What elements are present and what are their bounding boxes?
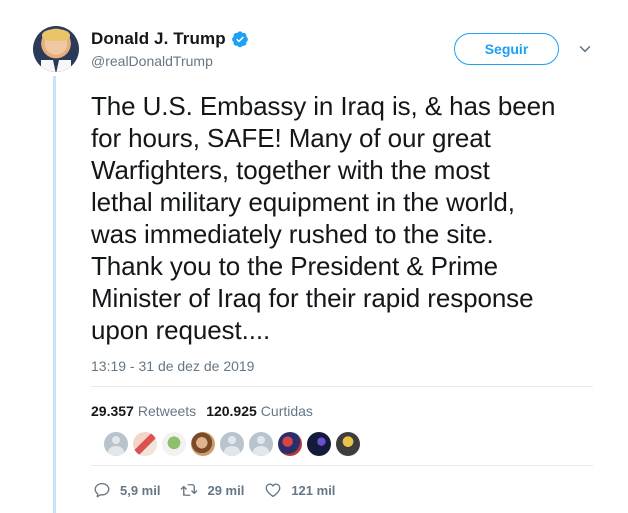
tweet-text-line: for hours, SAFE! Many of our great [91,123,491,153]
follow-button[interactable]: Seguir [454,33,559,65]
retweet-button[interactable]: 29 mil [180,481,244,499]
liker-avatars [104,432,365,456]
tweet-text-line: Thank you to the President & Prime [91,251,499,281]
like-count: 121 mil [291,482,336,498]
liker-avatar[interactable] [162,432,186,456]
retweets-label: Retweets [137,403,197,419]
divider [91,465,593,466]
tweet-text-line: lethal military equipment in the world, [91,187,515,217]
user-handle[interactable]: @realDonaldTrump [91,53,213,69]
thread-connector-line [53,76,56,513]
like-button[interactable]: 121 mil [264,481,335,499]
liker-avatar[interactable] [336,432,360,456]
tweet-text-line: Minister of Iraq for their rapid respons… [91,283,534,313]
liker-avatar[interactable] [278,432,302,456]
avatar[interactable] [33,26,79,72]
likes-label: Curtidas [260,403,313,419]
author-name-row[interactable]: Donald J. Trump [91,29,249,49]
likes-stat[interactable]: 120.925 Curtidas [206,403,313,419]
retweet-count: 29 mil [207,482,245,498]
liker-avatar[interactable] [220,432,244,456]
reply-icon [94,482,110,498]
retweets-stat[interactable]: 29.357 Retweets [91,403,196,419]
liker-avatar[interactable] [307,432,331,456]
tweet-text-line: was immediately rushed to the site. [91,219,494,249]
chevron-down-icon[interactable] [578,42,592,56]
liker-avatar[interactable] [104,432,128,456]
tweet-timestamp[interactable]: 13:19 - 31 de dez de 2019 [91,358,254,374]
liker-avatar[interactable] [133,432,157,456]
divider [91,386,593,387]
retweet-icon [181,484,198,496]
liker-avatar[interactable] [191,432,215,456]
tweet-stats: 29.357 Retweets 120.925 Curtidas [91,403,313,419]
heart-icon [265,483,281,498]
retweets-count: 29.357 [91,403,134,419]
tweet-actions: 5,9 mil 29 mil 121 mil [93,481,355,499]
tweet-text-line: Warfighters, together with the most [91,155,490,185]
tweet-text: The U.S. Embassy in Iraq is, & has been … [91,90,611,346]
reply-count: 5,9 mil [120,482,161,498]
tweet-text-line: The U.S. Embassy in Iraq is, & has been [91,91,556,121]
liker-avatar[interactable] [249,432,273,456]
likes-count: 120.925 [206,403,257,419]
tweet-text-line: upon request.... [91,315,271,345]
display-name[interactable]: Donald J. Trump [91,29,226,49]
reply-button[interactable]: 5,9 mil [93,481,160,499]
verified-badge-icon [231,31,248,48]
